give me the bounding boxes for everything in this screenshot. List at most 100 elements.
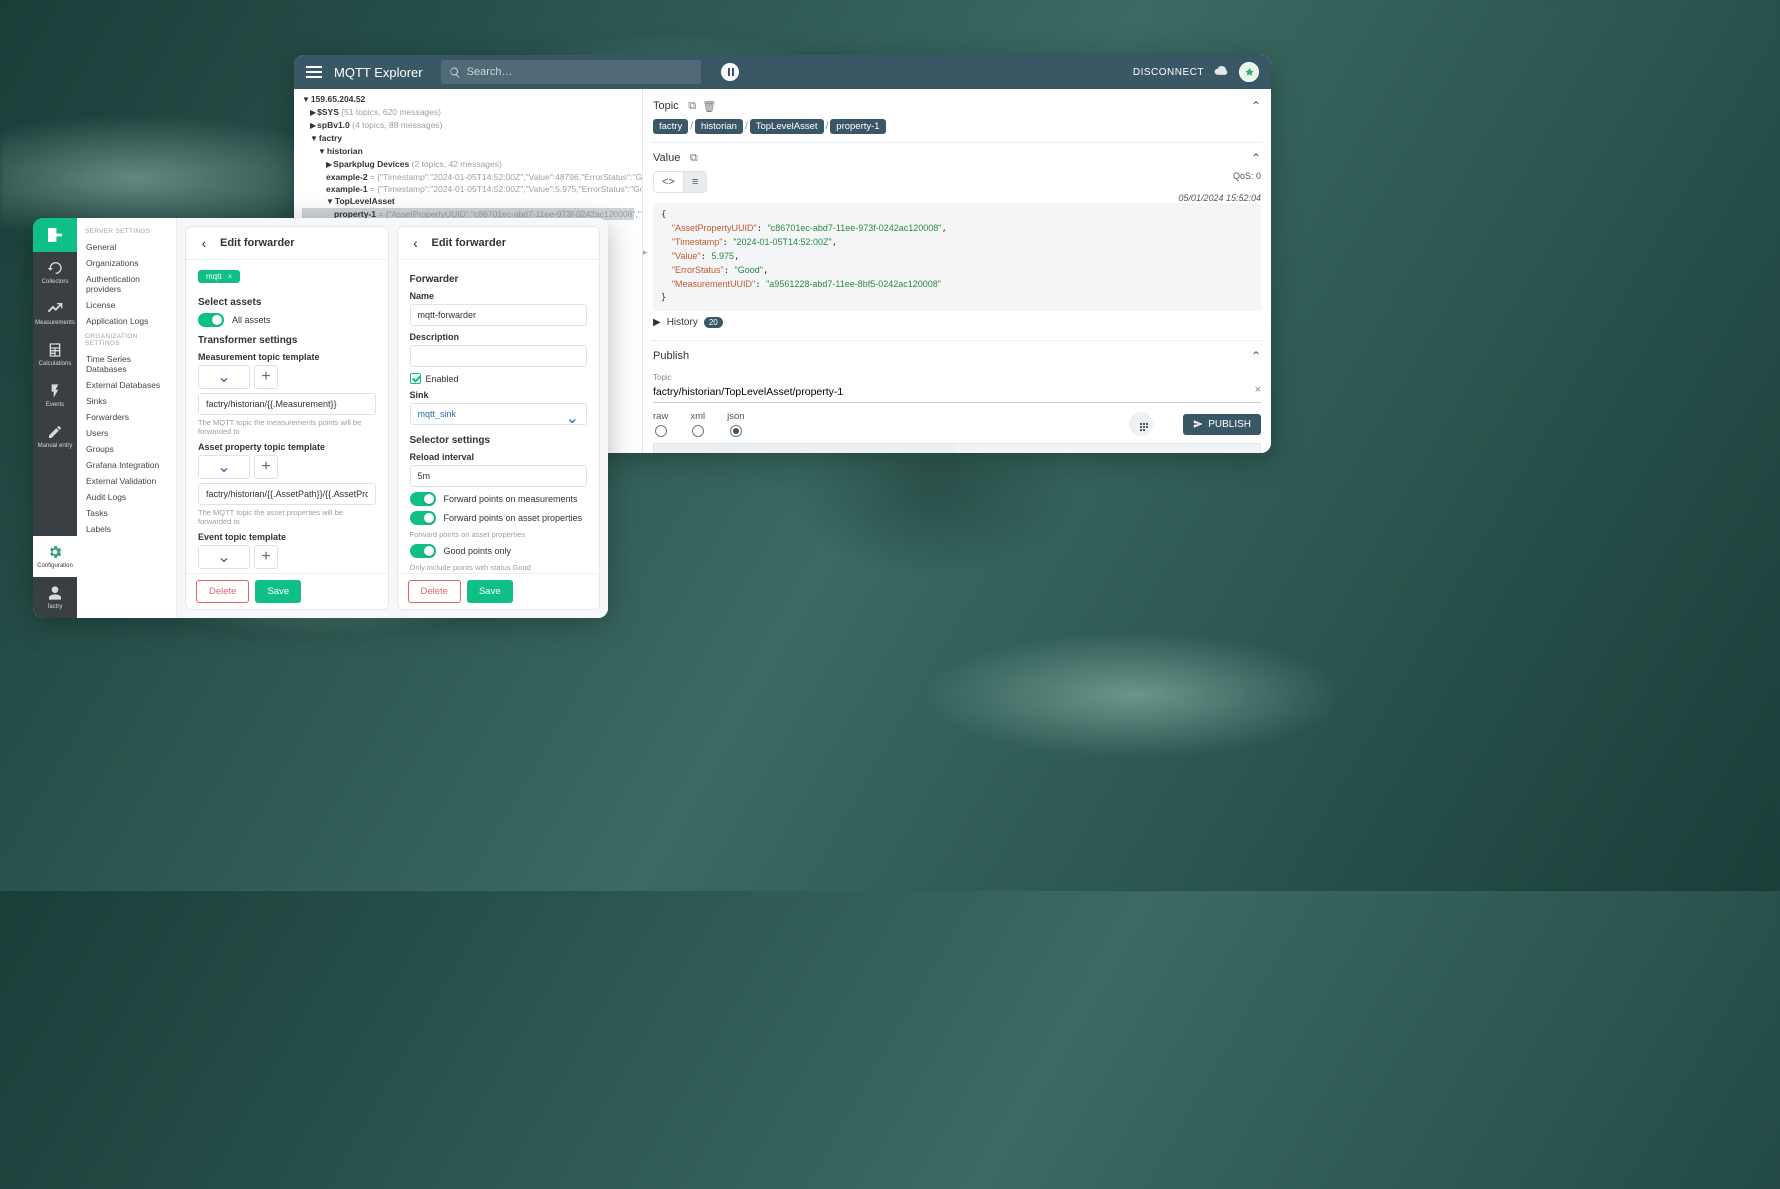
sidebar-item[interactable]: Forwarders <box>77 409 176 425</box>
description-label: Description <box>410 332 588 342</box>
disconnect-button[interactable]: DISCONNECT <box>1133 67 1204 78</box>
tree-root[interactable]: 159.65.204.52 <box>311 94 365 104</box>
sidebar-item[interactable]: Grafana Integration <box>77 457 176 473</box>
format-raw[interactable]: raw <box>653 411 668 437</box>
add-button[interactable]: + <box>254 545 278 569</box>
template-dropdown[interactable]: ⌄ <box>198 365 250 389</box>
expand-icon[interactable]: ▶ <box>653 317 661 328</box>
sidebar-item[interactable]: Labels <box>77 521 176 537</box>
menu-icon[interactable] <box>306 66 322 78</box>
sidebar-item[interactable]: Time Series Databases <box>77 351 176 377</box>
publish-button[interactable]: PUBLISH <box>1183 414 1261 435</box>
delete-button[interactable]: Delete <box>196 580 249 603</box>
forward-measurements-toggle[interactable] <box>410 492 436 506</box>
crumb-chip[interactable]: factry <box>653 119 688 134</box>
sidebar-item[interactable]: Groups <box>77 441 176 457</box>
sidebar-item[interactable]: External Databases <box>77 377 176 393</box>
edit-forwarder-panel-left: ‹ Edit forwarder mqtt× Select assets All… <box>185 226 389 610</box>
clear-icon[interactable]: × <box>1255 384 1261 396</box>
sidebar-item[interactable]: Organizations <box>77 255 176 271</box>
all-assets-toggle[interactable] <box>198 313 224 327</box>
copy-icon[interactable]: ⧉ <box>687 101 698 112</box>
sidebar-item[interactable]: Application Logs <box>77 313 176 329</box>
section-transformer: Transformer settings <box>198 335 376 346</box>
sidebar-item[interactable]: External Validation <box>77 473 176 489</box>
forward-asset-props-toggle[interactable] <box>410 511 436 525</box>
sink-select[interactable] <box>410 403 588 425</box>
sidebar-item[interactable]: License <box>77 297 176 313</box>
tree-node[interactable]: historian <box>327 146 363 156</box>
name-input[interactable] <box>410 304 588 326</box>
value-json: ▸ { "AssetPropertyUUID": "c86701ec-abd7-… <box>653 203 1261 311</box>
search-icon <box>449 66 461 79</box>
save-button[interactable]: Save <box>255 580 301 603</box>
tree-node[interactable]: $SYS <box>317 107 339 117</box>
rail-calculations[interactable]: Calculations <box>33 334 77 375</box>
crumb-chip[interactable]: TopLevelAsset <box>750 119 824 134</box>
copy-icon[interactable]: ⧉ <box>688 153 699 164</box>
meas-topic-input[interactable] <box>198 393 376 415</box>
sidebar-item[interactable]: Users <box>77 425 176 441</box>
asset-topic-input[interactable] <box>198 483 376 505</box>
qos-label: QoS: 0 <box>1233 171 1261 181</box>
publish-topic-input[interactable] <box>653 382 1261 403</box>
pause-button[interactable] <box>721 63 739 81</box>
sink-label: Sink <box>410 390 588 400</box>
user-avatar[interactable] <box>1239 62 1259 82</box>
save-button[interactable]: Save <box>467 580 513 603</box>
tree-node[interactable]: spBv1.0 <box>317 120 350 130</box>
crumb-chip[interactable]: historian <box>695 119 743 134</box>
template-dropdown[interactable]: ⌄ <box>198 545 250 569</box>
collapse-icon[interactable]: ⌃ <box>1251 99 1261 113</box>
rail-events[interactable]: Events <box>33 375 77 416</box>
view-formatted-button[interactable]: ≡ <box>684 172 706 192</box>
tree-node[interactable]: TopLevelAsset <box>335 196 395 206</box>
sidebar-item[interactable]: Tasks <box>77 505 176 521</box>
toggle-label: Forward points on asset properties <box>444 513 583 523</box>
sidebar-item[interactable]: Authentication providers <box>77 271 176 297</box>
enabled-checkbox[interactable] <box>410 373 421 384</box>
good-points-toggle[interactable] <box>410 544 436 558</box>
collapse-icon[interactable]: ⌃ <box>1251 151 1261 165</box>
rail-measurements[interactable]: Measurements <box>33 293 77 334</box>
format-icon[interactable] <box>1129 412 1153 436</box>
tree-node[interactable]: example-2 example-2 = {"Timestamp":"2024… <box>302 171 634 183</box>
back-icon[interactable]: ‹ <box>196 235 212 251</box>
description-input[interactable] <box>410 345 588 367</box>
template-dropdown[interactable]: ⌄ <box>198 455 250 479</box>
delete-icon[interactable]: 🗑 <box>704 101 715 112</box>
toggle-label: Good points only <box>444 546 512 556</box>
rail-manual-entry[interactable]: Manual entry <box>33 416 77 457</box>
sidebar-item[interactable]: Sinks <box>77 393 176 409</box>
add-button[interactable]: + <box>254 455 278 479</box>
publish-topic-label: Topic <box>653 373 1261 382</box>
reload-input[interactable] <box>410 465 588 487</box>
rail-configuration[interactable]: Configuration <box>33 536 77 577</box>
sidebar-item[interactable]: Audit Logs <box>77 489 176 505</box>
sidebar-item[interactable]: General <box>77 239 176 255</box>
search-input[interactable] <box>467 66 693 78</box>
section-select-assets: Select assets <box>198 297 376 308</box>
brand-logo[interactable] <box>33 218 77 252</box>
chevron-down-icon: ⌄ <box>566 408 579 428</box>
app-title: MQTT Explorer <box>334 65 423 80</box>
crumb-chip[interactable]: property-1 <box>830 119 885 134</box>
format-json[interactable]: json <box>727 411 744 437</box>
collapse-icon[interactable]: ⌃ <box>1251 349 1261 363</box>
search-field[interactable] <box>441 60 701 84</box>
view-code-button[interactable]: <> <box>654 172 684 192</box>
rail-collectors[interactable]: Collectors <box>33 252 77 293</box>
value-view-toggle[interactable]: <> ≡ <box>653 171 707 193</box>
history-label[interactable]: History <box>667 317 698 328</box>
rail-user[interactable]: factry <box>33 577 77 618</box>
cloud-icon <box>1214 63 1229 81</box>
tree-node[interactable]: example-1 = {"Timestamp":"2024-01-05T14:… <box>302 183 634 195</box>
add-button[interactable]: + <box>254 365 278 389</box>
delete-button[interactable]: Delete <box>408 580 461 603</box>
tree-node[interactable]: Sparkplug Devices <box>333 159 409 169</box>
format-xml[interactable]: xml <box>690 411 705 437</box>
back-icon[interactable]: ‹ <box>408 235 424 251</box>
tree-node[interactable]: factry <box>319 133 342 143</box>
sink-tag[interactable]: mqtt× <box>198 270 240 283</box>
publish-payload-editor[interactable] <box>653 443 1261 453</box>
